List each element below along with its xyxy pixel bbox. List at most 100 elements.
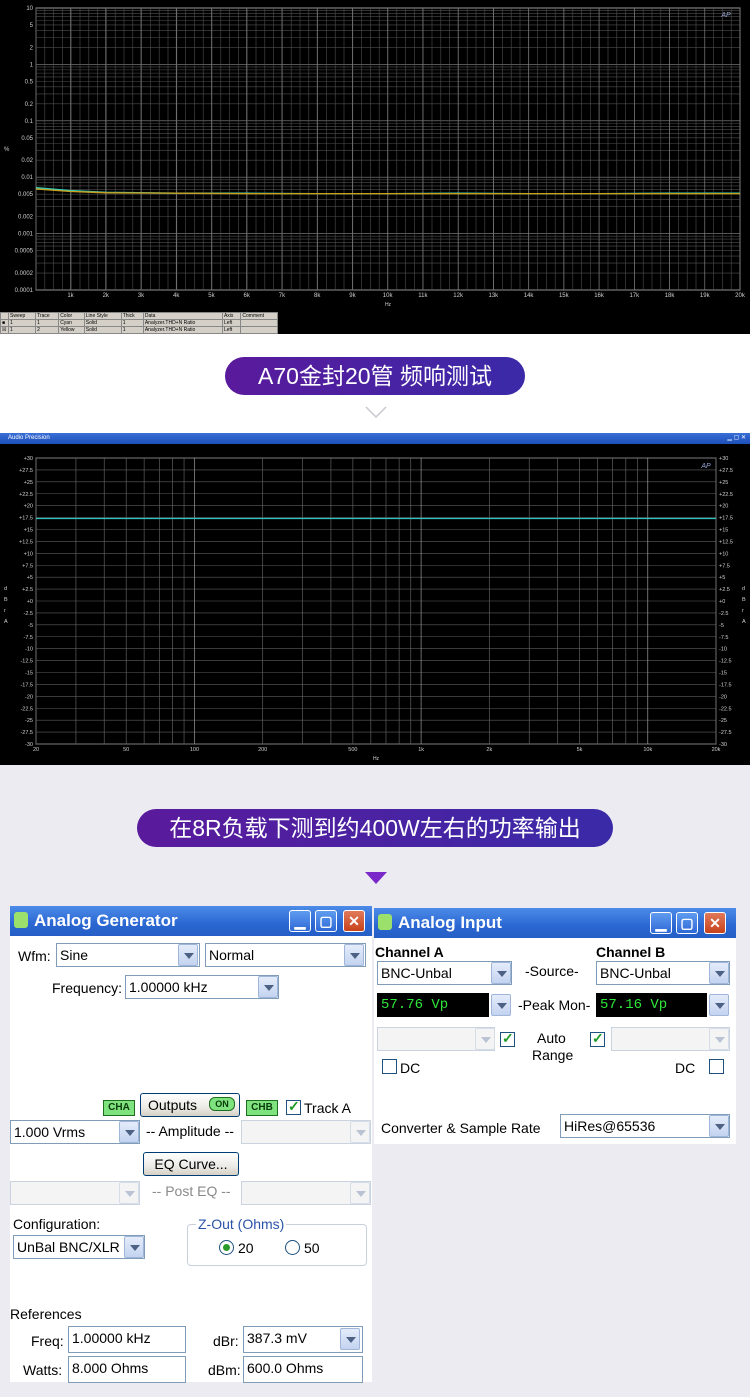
table-cell[interactable]: Analyzer.THD+N Ratio bbox=[142, 319, 223, 327]
chevron-down-icon bbox=[365, 406, 387, 419]
triangle-down-icon bbox=[365, 872, 387, 884]
y-tick-label: +10 bbox=[24, 551, 33, 557]
row-check[interactable]: ■ bbox=[0, 319, 9, 327]
minimize-button[interactable]: ▁ bbox=[650, 912, 672, 934]
y-tick-label: 0.001 bbox=[18, 232, 34, 238]
ref-watts-input[interactable]: 8.000 Ohms bbox=[68, 1356, 186, 1383]
mode-dropdown-icon[interactable] bbox=[344, 944, 364, 966]
y-tick-label: -27.5 bbox=[20, 730, 33, 736]
x-tick-label: 12k bbox=[453, 293, 464, 299]
y-tick-label-right: -25 bbox=[719, 718, 727, 724]
zout-label: Z-Out (Ohms) bbox=[196, 1216, 287, 1232]
chb-peak-dropdown-icon[interactable] bbox=[709, 994, 729, 1016]
track-a-checkbox[interactable] bbox=[286, 1098, 301, 1115]
cha-source-dropdown-icon[interactable] bbox=[491, 962, 511, 984]
y-axis-label-left: A bbox=[4, 619, 8, 625]
table-cell[interactable] bbox=[240, 319, 278, 327]
frequency-input[interactable]: 1.00000 kHz bbox=[125, 975, 279, 999]
y-tick-label: -25 bbox=[25, 718, 33, 724]
frequency-response-chart: +30 +30 +27.5 +27.5 +25 +25 +22.5 +22.5 +20 +20 +1… bbox=[4, 456, 746, 762]
y-tick-label-right: +25 bbox=[719, 480, 728, 486]
y-tick-label-right: +2.5 bbox=[719, 587, 730, 593]
table-cell[interactable]: Solid bbox=[83, 326, 122, 334]
auto-label: Auto bbox=[537, 1030, 566, 1046]
thd-chart: 10 5 2 1 0.5 0.2 0.1 0.05 0.02 0.01 0.005 0.002 0.00… bbox=[4, 6, 746, 308]
table-cell[interactable] bbox=[240, 326, 278, 334]
y-tick-label: +2.5 bbox=[22, 587, 33, 593]
y-tick-label: 0.0001 bbox=[15, 288, 34, 294]
y-tick-label: 0.1 bbox=[25, 119, 34, 125]
ref-dbm-input[interactable]: 600.0 Ohms bbox=[243, 1356, 363, 1383]
table-cell[interactable]: Cyan bbox=[58, 319, 85, 327]
source-label: -Source- bbox=[525, 963, 579, 979]
cha-peak-dropdown-icon[interactable] bbox=[491, 994, 511, 1016]
outputs-button[interactable]: Outputs ON bbox=[140, 1093, 240, 1117]
chb-source-dropdown-icon[interactable] bbox=[709, 962, 729, 984]
table-header: Sweep bbox=[7, 312, 37, 320]
waveform-dropdown-icon[interactable] bbox=[178, 944, 198, 966]
x-tick-label: 5k bbox=[577, 747, 583, 753]
chb-auto-range-checkbox[interactable] bbox=[590, 1030, 605, 1047]
ref-dbm-label: dBm: bbox=[208, 1362, 241, 1378]
x-tick-label: 18k bbox=[665, 293, 676, 299]
zout-50-radio[interactable] bbox=[285, 1240, 300, 1255]
y-tick-label-right: -5 bbox=[719, 623, 724, 629]
ref-watts-label: Watts: bbox=[23, 1362, 63, 1378]
configuration-dropdown-icon[interactable] bbox=[124, 1236, 144, 1258]
window-controls[interactable]: ▁ ▢ ✕ bbox=[727, 433, 746, 444]
x-tick-label: 5k bbox=[208, 293, 215, 299]
amplitude-dropdown-icon[interactable] bbox=[119, 1121, 139, 1143]
cha-peak-display: 57.76 Vp bbox=[377, 993, 489, 1017]
x-tick-label: 19k bbox=[700, 293, 711, 299]
maximize-button[interactable]: ▢ bbox=[676, 912, 698, 934]
table-row[interactable]: ☒ 1 2 Yellow Solid 1 Analyzer.THD+N Rati… bbox=[0, 326, 278, 334]
frequency-dropdown-icon[interactable] bbox=[258, 976, 278, 998]
x-tick-label: 3k bbox=[138, 293, 145, 299]
y-tick-label: 0.02 bbox=[21, 158, 33, 164]
ref-dbr-dropdown-icon[interactable] bbox=[340, 1328, 360, 1350]
y-tick-label-right: -15 bbox=[719, 671, 727, 677]
outputs-label: Outputs bbox=[148, 1097, 198, 1113]
table-row[interactable]: ■ 1 1 Cyan Solid 1 Analyzer.THD+N Ratio … bbox=[0, 319, 278, 327]
y-tick-label-right: +7.5 bbox=[719, 563, 730, 569]
converter-label: Converter & Sample Rate bbox=[381, 1120, 541, 1136]
table-cell[interactable]: Left bbox=[221, 326, 242, 334]
y-axis-label-left: d bbox=[4, 586, 7, 592]
x-tick-label: 500 bbox=[348, 747, 357, 753]
converter-dropdown-icon[interactable] bbox=[709, 1115, 729, 1137]
x-tick-label: 15k bbox=[559, 293, 570, 299]
y-axis-label-right: B bbox=[742, 597, 746, 603]
waveform-mode-select[interactable]: Normal bbox=[205, 943, 366, 967]
converter-select[interactable]: HiRes@65536 bbox=[560, 1114, 730, 1138]
row-check[interactable]: ☒ bbox=[0, 326, 9, 334]
track-a-label: Track A bbox=[304, 1100, 351, 1116]
eq-curve-button[interactable]: EQ Curve... bbox=[143, 1152, 239, 1176]
cha-auto-range-checkbox[interactable] bbox=[500, 1030, 515, 1047]
table-cell[interactable]: 1 bbox=[120, 319, 144, 327]
close-button[interactable]: ✕ bbox=[704, 912, 726, 934]
y-tick-label-right: -7.5 bbox=[719, 635, 728, 641]
ref-freq-input[interactable]: 1.00000 kHz bbox=[68, 1326, 186, 1353]
y-tick-label: +0 bbox=[27, 599, 33, 605]
cha-dc-checkbox[interactable] bbox=[382, 1059, 397, 1074]
table-cell[interactable]: Left bbox=[221, 319, 242, 327]
post-eq-label: -- Post EQ -- bbox=[152, 1183, 231, 1199]
table-cell[interactable]: Yellow bbox=[58, 326, 85, 334]
zout-20-radio[interactable] bbox=[219, 1240, 234, 1255]
maximize-button[interactable]: ▢ bbox=[315, 910, 337, 932]
generator-title: Analog Generator bbox=[34, 911, 178, 930]
x-tick-label: 17k bbox=[629, 293, 640, 299]
close-button[interactable]: ✕ bbox=[343, 910, 365, 932]
x-tick-label: 1k bbox=[418, 747, 424, 753]
table-cell[interactable]: Solid bbox=[83, 319, 122, 327]
cha-indicator: CHA bbox=[103, 1100, 135, 1116]
ref-dbr-label: dBr: bbox=[213, 1333, 239, 1349]
table-header: Color bbox=[58, 312, 85, 320]
table-cell[interactable]: 1 bbox=[120, 326, 144, 334]
channel-a-label: Channel A bbox=[375, 944, 444, 960]
table-cell[interactable]: Analyzer.THD+N Ratio bbox=[142, 326, 223, 334]
y-tick-label: -20 bbox=[25, 694, 33, 700]
y-tick-label-right: +12.5 bbox=[719, 539, 733, 545]
chb-dc-checkbox[interactable] bbox=[709, 1059, 724, 1074]
minimize-button[interactable]: ▁ bbox=[289, 910, 311, 932]
